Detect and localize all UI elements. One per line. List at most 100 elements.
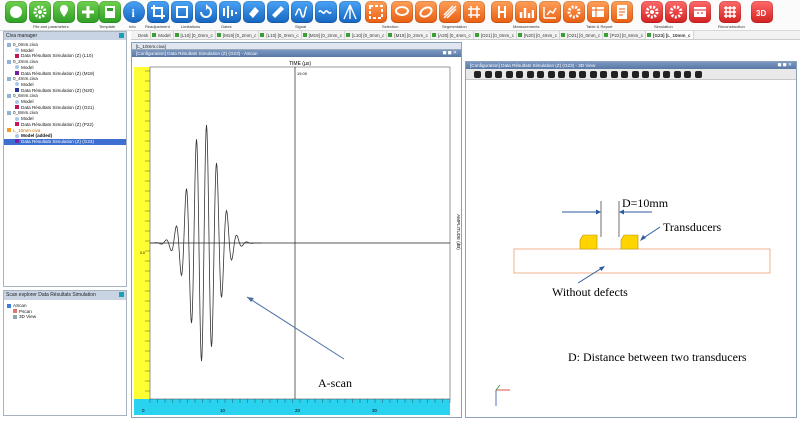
selection-button[interactable] xyxy=(365,1,387,23)
tab-model[interactable]: Model xyxy=(151,31,174,39)
civa-manager-title: Civa manager xyxy=(6,33,38,39)
view-tool-icon[interactable] xyxy=(610,71,618,78)
doc-tab[interactable]: [L10] [0_0mm_c xyxy=(345,31,388,39)
limitations-button[interactable] xyxy=(195,1,217,23)
ascan-plot[interactable]: 0 10 20 30 TIME (µs) AMPLITUDE (dB) 19.00 0… xyxy=(132,57,461,417)
measure-button[interactable] xyxy=(267,1,289,23)
histogram-button[interactable] xyxy=(515,1,537,23)
view-tool-icon[interactable] xyxy=(631,71,639,78)
measurements-button[interactable] xyxy=(491,1,513,23)
simulation-button[interactable] xyxy=(641,1,663,23)
tree-item-label: 0_2mm.civa xyxy=(13,59,38,65)
report-table-button[interactable] xyxy=(587,1,609,23)
gates-button[interactable] xyxy=(219,1,241,23)
doc-tab[interactable]: [O21] [0_0mm_c xyxy=(474,31,517,39)
statistics-button[interactable] xyxy=(539,1,561,23)
view-tool-icon[interactable] xyxy=(484,71,492,78)
model-icon xyxy=(15,116,19,121)
new-file-button[interactable] xyxy=(5,1,27,23)
view-tool-icon[interactable] xyxy=(547,71,555,78)
info-button[interactable]: i xyxy=(123,1,145,23)
doc-tab[interactable]: [M19] [0_2mm_c xyxy=(387,31,431,39)
tree-item[interactable]: Data Résultats Simulation (Z) (G23) xyxy=(4,138,126,145)
view-tool-icon[interactable] xyxy=(621,71,628,78)
signal-button[interactable] xyxy=(291,1,313,23)
view-tool-icon[interactable] xyxy=(568,71,576,78)
model-icon xyxy=(15,99,19,104)
beam-icon xyxy=(343,4,357,20)
doc-tab-active[interactable]: [G23] [L_10mm_c xyxy=(646,31,694,39)
view-tool-icon[interactable] xyxy=(505,71,513,78)
doc-tab[interactable]: [L10] [0_0mm_c xyxy=(259,31,302,39)
list-item[interactable]: 3D View xyxy=(4,314,126,320)
doc-tab[interactable]: [M19] [0_2mm_c xyxy=(216,31,260,39)
tree-item-label: Data Résultats Simulation (Z) (N20) xyxy=(21,87,94,93)
doc-tab[interactable]: [A20] [0_4mm_c xyxy=(431,31,474,39)
civa-manager-header: Civa manager xyxy=(4,32,126,40)
tree-item-label: Model xyxy=(21,116,34,122)
view-tool-icon[interactable] xyxy=(495,71,502,78)
filter-button[interactable] xyxy=(243,1,265,23)
window-buttons[interactable]: ◼◼✕ xyxy=(443,50,459,57)
close-icon[interactable] xyxy=(119,33,124,38)
tree-item-label: Model xyxy=(21,47,34,53)
location-button[interactable] xyxy=(53,1,75,23)
simulation-run-button[interactable] xyxy=(665,1,687,23)
view-tool-icon[interactable] xyxy=(684,71,691,78)
report-button[interactable] xyxy=(611,1,633,23)
distance-label: D=10mm xyxy=(622,196,669,210)
doc-tab[interactable]: [L10] [0_0mm_c xyxy=(174,31,216,39)
view-tool-icon[interactable] xyxy=(663,71,670,78)
ascan-icon xyxy=(7,303,11,308)
doc-tab[interactable]: [O21] [0_0mm_c xyxy=(560,31,604,39)
doc-tab[interactable]: [M19] [0_2mm_c xyxy=(302,31,346,39)
view-tool-icon[interactable] xyxy=(558,71,565,78)
view-tool-icon[interactable] xyxy=(526,71,534,78)
crop-button[interactable] xyxy=(171,1,193,23)
reconstruction-button[interactable] xyxy=(719,1,741,23)
3d-icon-label: 3D xyxy=(756,9,766,18)
data-result-icon xyxy=(15,71,19,76)
segment-split-button[interactable] xyxy=(439,1,461,23)
plot-frame xyxy=(149,66,451,400)
segment-grid-button[interactable] xyxy=(463,1,485,23)
view-tool-icon[interactable] xyxy=(516,71,523,78)
zero-level-label: 0.0 xyxy=(140,251,145,255)
segmentation-button[interactable] xyxy=(415,1,437,23)
view-tool-icon[interactable] xyxy=(652,71,660,78)
view-tool-icon[interactable] xyxy=(579,71,586,78)
3d-view-button[interactable]: 3D xyxy=(751,1,773,23)
doc-tab[interactable]: [N20] [0_4mm_c xyxy=(517,31,560,39)
close-icon[interactable] xyxy=(119,292,124,297)
template-button[interactable] xyxy=(99,1,121,23)
waveform-button[interactable] xyxy=(315,1,337,23)
signal-icon xyxy=(294,6,308,18)
table-report-label: Table & Report xyxy=(586,24,613,29)
statistics-icon xyxy=(543,7,557,19)
tab-desk[interactable]: Desk xyxy=(131,31,152,39)
batch-button[interactable] xyxy=(689,1,711,23)
view-tool-icon[interactable] xyxy=(600,71,607,78)
view-tool-icon[interactable] xyxy=(694,71,702,78)
add-button[interactable] xyxy=(77,1,99,23)
ascan-doc-tab[interactable]: [L_10mm.civa] xyxy=(132,43,461,50)
view-tool-icon[interactable] xyxy=(673,71,681,78)
doc-tab[interactable]: [P22] [0_6mm_c xyxy=(603,31,646,39)
ascan-annotation-label: A-scan xyxy=(318,376,352,390)
table-button[interactable] xyxy=(563,1,585,23)
envelope-button[interactable] xyxy=(339,1,361,23)
view-tool-icon[interactable] xyxy=(642,71,649,78)
window-buttons[interactable]: ◼◼✕ xyxy=(778,62,794,69)
civa-tree: 0_0mm.civa Model Data Résultats Simulation… xyxy=(4,40,126,145)
3d-view-canvas[interactable]: D=10mm Transducers Without defects D: Di… xyxy=(466,81,796,425)
lasso-button[interactable] xyxy=(391,1,413,23)
view-tool-icon[interactable] xyxy=(474,71,481,78)
template-label: Template xyxy=(99,24,116,29)
3d-view-title: [Configuration] Data Résultats Simulatio… xyxy=(470,63,596,68)
transducers-label: Transducers xyxy=(663,220,722,234)
readjustment-button[interactable] xyxy=(147,1,169,23)
data-result-icon xyxy=(15,53,19,58)
settings-button[interactable] xyxy=(29,1,51,23)
view-tool-icon[interactable] xyxy=(589,71,597,78)
view-tool-icon[interactable] xyxy=(537,71,544,78)
